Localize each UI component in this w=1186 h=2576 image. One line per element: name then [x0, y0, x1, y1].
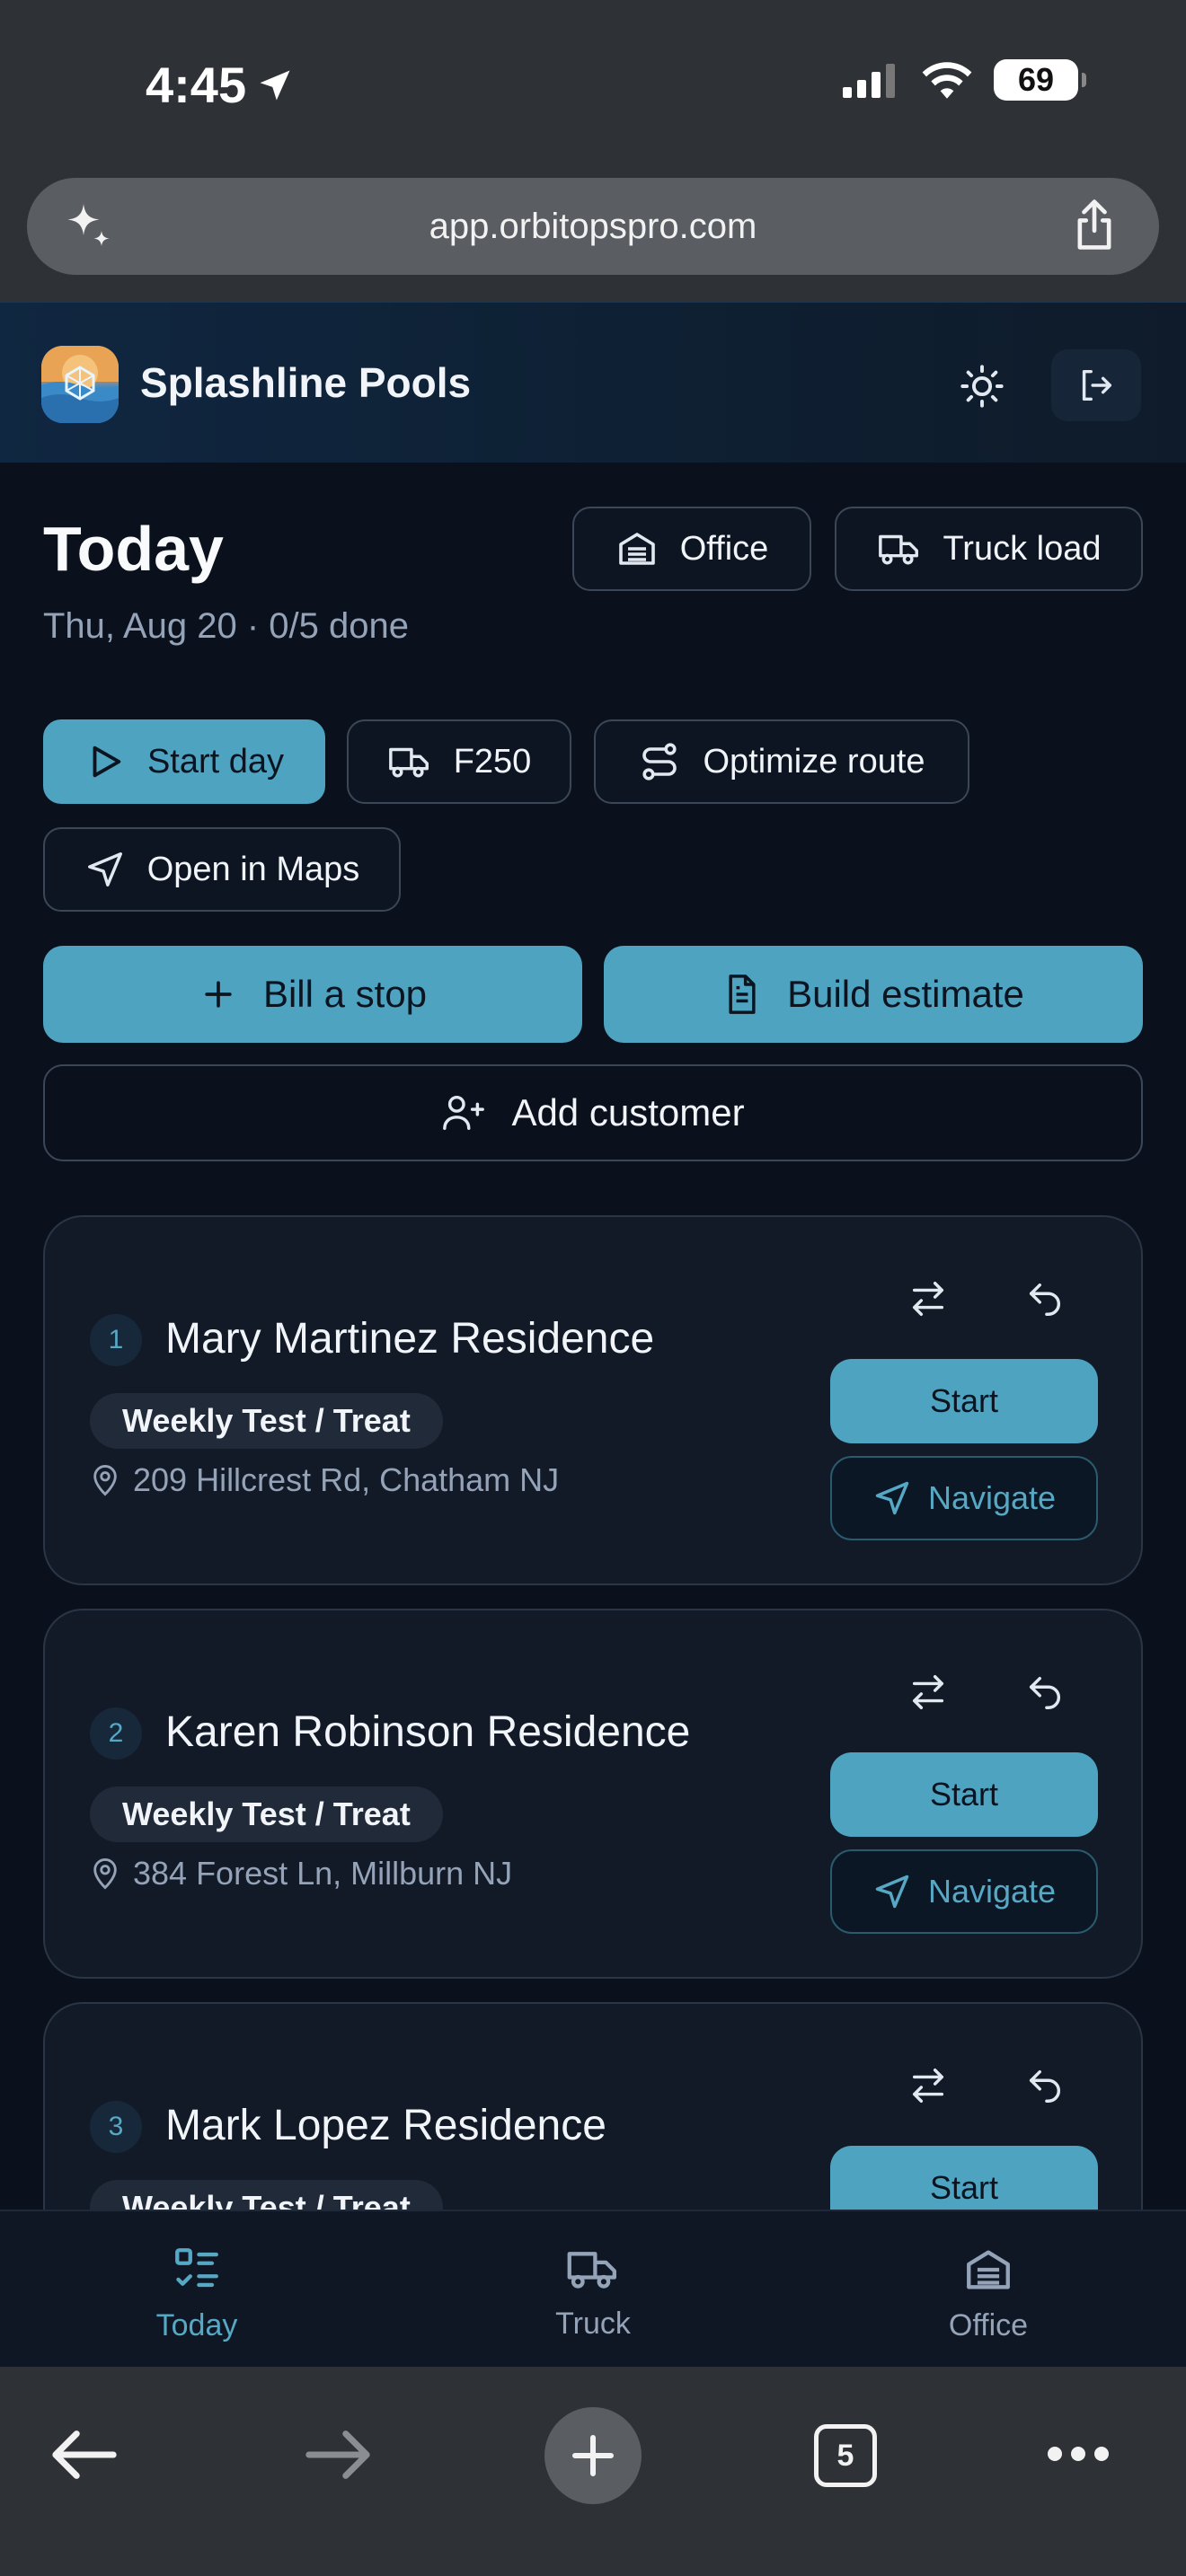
brand-name: Splashline Pools [140, 359, 472, 406]
office-button[interactable]: Office [572, 507, 811, 591]
undo-icon[interactable] [1024, 1672, 1066, 1713]
page-subtitle: Thu, Aug 20 · 0/5 done [43, 606, 409, 646]
bottom-tab-bar: Today Truck Office [0, 2210, 1186, 2367]
stop-card: 2 Karen Robinson Residence Weekly Test /… [43, 1609, 1143, 1979]
build-estimate-button[interactable]: Build estimate [604, 946, 1143, 1043]
truck-icon [565, 2244, 621, 2294]
battery-indicator: 69 [994, 59, 1086, 101]
app-header: Splashline Pools [0, 301, 1186, 463]
browser-toolbar: 5 [0, 2367, 1186, 2576]
stop-number: 2 [90, 1707, 142, 1760]
stop-number: 3 [90, 2101, 142, 2153]
tabs-button[interactable]: 5 [814, 2424, 877, 2487]
map-pin-icon [90, 1463, 120, 1497]
add-customer-button[interactable]: Add customer [43, 1064, 1143, 1161]
tab-truck[interactable]: Truck [494, 2244, 692, 2342]
navigate-button[interactable]: Navigate [830, 1456, 1098, 1540]
checklist-icon [171, 2244, 223, 2296]
logout-icon [1075, 365, 1117, 406]
stop-number: 1 [90, 1314, 142, 1366]
plus-icon [199, 975, 238, 1014]
page-title: Today [43, 514, 224, 584]
navigation-arrow-icon [872, 1872, 912, 1911]
swap-icon[interactable] [907, 1672, 949, 1713]
undo-icon[interactable] [1024, 1278, 1066, 1319]
sun-icon [959, 363, 1005, 410]
optimize-route-button[interactable]: Optimize route [594, 719, 969, 804]
warehouse-icon [962, 2244, 1014, 2296]
swap-icon[interactable] [907, 1278, 949, 1319]
truck-load-button[interactable]: Truck load [835, 507, 1143, 591]
vehicle-select-button[interactable]: F250 [347, 719, 571, 804]
start-day-button[interactable]: Start day [43, 719, 325, 804]
start-stop-button[interactable]: Start [830, 1752, 1098, 1837]
stop-address: 209 Hillcrest Rd, Chatham NJ [90, 1461, 559, 1499]
swap-icon[interactable] [907, 2065, 949, 2106]
share-icon[interactable] [1069, 198, 1120, 251]
stop-card: 1 Mary Martinez Residence Weekly Test / … [43, 1215, 1143, 1585]
navigation-arrow-icon [84, 849, 126, 890]
customer-name[interactable]: Mary Martinez Residence [165, 1314, 654, 1363]
customer-name[interactable]: Karen Robinson Residence [165, 1707, 690, 1757]
add-user-icon [441, 1091, 486, 1134]
navigation-arrow-icon [872, 1478, 912, 1518]
status-time: 4:45 [146, 56, 295, 114]
main-content: Today Thu, Aug 20 · 0/5 done Office Truc… [0, 463, 1186, 2210]
stop-address: 384 Forest Ln, Millburn NJ [90, 1855, 512, 1892]
document-icon [722, 973, 762, 1016]
forward-arrow-icon[interactable] [304, 2428, 372, 2482]
start-stop-button[interactable]: Start [830, 2146, 1098, 2210]
play-icon [84, 741, 126, 782]
logout-button[interactable] [1051, 349, 1141, 421]
browser-chrome-top: 4:45 69 app.orbitopspro.com [0, 0, 1186, 301]
url-bar[interactable]: app.orbitopspro.com [27, 178, 1159, 275]
route-icon [638, 740, 681, 783]
wifi-icon [920, 60, 974, 100]
truck-icon [387, 741, 432, 782]
cellular-signal-icon [841, 62, 900, 98]
location-arrow-icon [255, 66, 295, 105]
service-badge: Weekly Test / Treat [90, 1786, 443, 1842]
customer-name[interactable]: Mark Lopez Residence [165, 2101, 606, 2150]
bill-a-stop-button[interactable]: Bill a stop [43, 946, 582, 1043]
sparkle-icon[interactable] [61, 199, 115, 253]
tab-today[interactable]: Today [98, 2244, 296, 2343]
navigate-button[interactable]: Navigate [830, 1849, 1098, 1934]
truck-icon [877, 528, 922, 569]
stop-card: 3 Mark Lopez Residence Weekly Test / Tre… [43, 2002, 1143, 2210]
plus-icon [566, 2429, 620, 2483]
start-stop-button[interactable]: Start [830, 1359, 1098, 1443]
brand-logo-icon [41, 346, 119, 423]
url-text[interactable]: app.orbitopspro.com [429, 207, 757, 247]
open-in-maps-button[interactable]: Open in Maps [43, 827, 401, 912]
status-icons: 69 [841, 59, 1086, 101]
theme-toggle-button[interactable] [945, 349, 1019, 423]
undo-icon[interactable] [1024, 2065, 1066, 2106]
service-badge: Weekly Test / Treat [90, 1393, 443, 1449]
map-pin-icon [90, 1857, 120, 1891]
service-badge: Weekly Test / Treat [90, 2180, 443, 2210]
more-options-icon[interactable] [1046, 2440, 1111, 2467]
tab-office[interactable]: Office [890, 2244, 1087, 2343]
new-tab-button[interactable] [544, 2407, 642, 2504]
warehouse-icon [615, 527, 659, 570]
back-arrow-icon[interactable] [50, 2428, 119, 2482]
